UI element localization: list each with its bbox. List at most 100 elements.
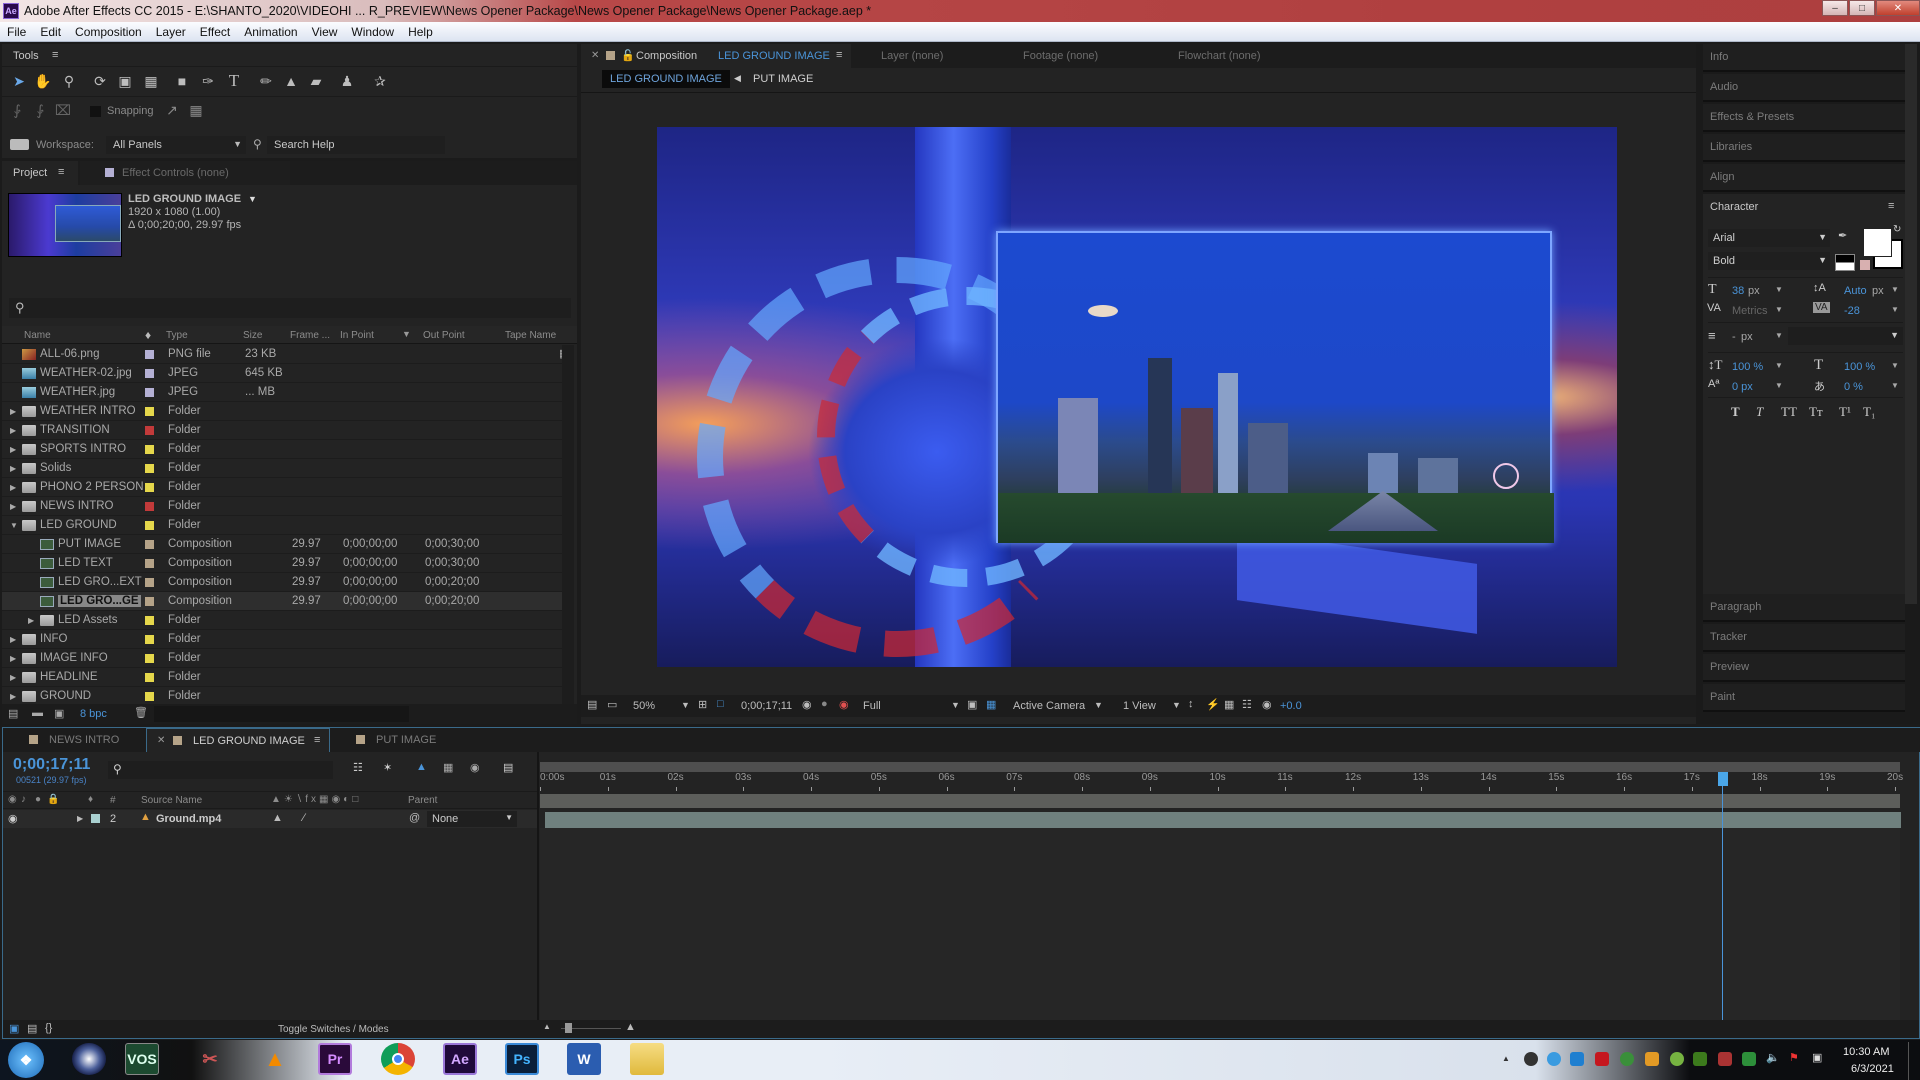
brush-tool-icon[interactable]: ✏: [256, 71, 276, 91]
taskbar-premiere[interactable]: Pr: [318, 1043, 352, 1075]
chevron-down-icon[interactable]: ▼: [1094, 700, 1103, 710]
stroke-type-dropdown[interactable]: ▼: [1788, 327, 1903, 345]
chevron-down-icon[interactable]: ▼: [681, 700, 690, 710]
selection-tool-icon[interactable]: ➤: [9, 71, 29, 91]
label-color-swatch[interactable]: [145, 407, 154, 416]
work-area-bar[interactable]: [540, 762, 1900, 772]
zoom-tool-icon[interactable]: ⚲: [59, 71, 79, 91]
project-item-row[interactable]: ▶ INFO Folder: [2, 630, 562, 649]
fast-preview-icon[interactable]: ⚡: [1206, 698, 1220, 711]
panel-paint[interactable]: Paint: [1703, 684, 1905, 712]
playhead-handle[interactable]: [1717, 772, 1728, 786]
tray-icon-9[interactable]: [1718, 1052, 1732, 1066]
label-color-swatch[interactable]: [145, 635, 154, 644]
chevron-down-icon[interactable]: ▼: [1775, 305, 1783, 314]
minimize-button[interactable]: –: [1822, 0, 1848, 16]
always-preview-icon[interactable]: ▤: [587, 698, 597, 711]
all-caps-button[interactable]: TT: [1781, 404, 1797, 420]
type-tool-icon[interactable]: T: [224, 71, 244, 91]
panel-libraries[interactable]: Libraries: [1703, 134, 1905, 162]
panel-effects-presets[interactable]: Effects & Presets: [1703, 104, 1905, 132]
fill-color-swatch[interactable]: [1863, 228, 1892, 257]
chevron-down-icon[interactable]: ▼: [1775, 285, 1783, 294]
rectangle-tool-icon[interactable]: ■: [172, 71, 192, 91]
taskbar-vlc[interactable]: ▲: [258, 1043, 292, 1075]
bit-depth-button[interactable]: 8 bpc: [80, 708, 107, 720]
horizontal-scale-value[interactable]: 100 %: [1844, 361, 1875, 373]
workspace-dropdown[interactable]: All Panels ▼: [106, 136, 246, 154]
tray-icon-3[interactable]: [1570, 1052, 1584, 1066]
parent-pickwhip-icon[interactable]: @: [409, 812, 420, 824]
tray-show-hidden-icon[interactable]: ▲: [1502, 1054, 1510, 1063]
taskbar-vos[interactable]: VOS: [125, 1043, 159, 1075]
snap-edge-icon[interactable]: ↗: [162, 100, 182, 120]
kerning-value[interactable]: Metrics: [1732, 305, 1767, 317]
start-button[interactable]: ❖: [8, 1042, 44, 1078]
clock-time[interactable]: 10:30 AM: [1843, 1046, 1889, 1058]
chevron-down-icon[interactable]: ▼: [1891, 361, 1899, 370]
solo-toggle-icon[interactable]: ●: [35, 794, 41, 805]
chevron-down-icon[interactable]: ▼: [1891, 305, 1899, 314]
label-color-swatch[interactable]: [145, 559, 154, 568]
taskbar-chrome[interactable]: [381, 1043, 415, 1075]
black-white-swatch[interactable]: [1835, 254, 1855, 271]
tracking-value[interactable]: -28: [1844, 305, 1860, 317]
font-style-dropdown[interactable]: Bold ▼: [1708, 252, 1830, 270]
chevron-down-icon[interactable]: ▼: [1775, 381, 1783, 390]
channel-icon[interactable]: ◉: [839, 698, 849, 711]
collapse-arrow-icon[interactable]: ▼: [10, 521, 18, 530]
panel-preview[interactable]: Preview: [1703, 654, 1905, 682]
tab-flowchart[interactable]: Flowchart (none): [1178, 50, 1261, 62]
tray-icon-6[interactable]: [1645, 1052, 1659, 1066]
project-item-row[interactable]: LED GRO...GE Composition 29.97 0;00;00;00 0;…: [2, 592, 562, 611]
close-icon[interactable]: ✕: [157, 735, 165, 746]
clock-date[interactable]: 6/3/2021: [1851, 1063, 1894, 1075]
close-icon[interactable]: ✕: [591, 50, 599, 61]
expand-arrow-icon[interactable]: ▶: [10, 426, 16, 435]
timeline-tab-led-ground-image[interactable]: ✕ LED GROUND IMAGE ≡: [146, 728, 330, 752]
composition-viewer[interactable]: [657, 127, 1617, 667]
interpret-footage-icon[interactable]: ▤: [8, 707, 18, 720]
project-item-row[interactable]: ▶ LED Assets Folder: [2, 611, 562, 630]
trash-icon[interactable]: 🗑: [134, 706, 148, 719]
magnification-dropdown[interactable]: 50%: [633, 700, 655, 712]
chevron-down-icon[interactable]: ▼: [1172, 700, 1181, 710]
panel-tracker[interactable]: Tracker: [1703, 624, 1905, 652]
snapshot-icon[interactable]: ◉: [802, 698, 812, 711]
faux-italic-button[interactable]: T: [1756, 404, 1763, 420]
label-color-swatch[interactable]: [145, 388, 154, 397]
swap-colors-icon[interactable]: ↻: [1893, 224, 1901, 235]
network-icon[interactable]: ▣: [1812, 1051, 1822, 1064]
panel-menu-icon[interactable]: ≡: [58, 166, 64, 178]
project-item-row[interactable]: ▶ PHONO 2 PERSON Folder: [2, 478, 562, 497]
panel-paragraph[interactable]: Paragraph: [1703, 594, 1905, 622]
column-source-name[interactable]: Source Name: [141, 795, 202, 806]
project-item-row[interactable]: ▶ WEATHER INTRO Folder: [2, 402, 562, 421]
clone-stamp-tool-icon[interactable]: ▲: [281, 71, 301, 91]
expand-transfer-controls-icon[interactable]: ▤: [27, 1022, 37, 1035]
label-color-swatch[interactable]: [145, 692, 154, 701]
label-tag-icon[interactable]: ♦: [145, 328, 151, 342]
view-axis-icon[interactable]: ⌧: [53, 100, 73, 120]
fast-previews-icon[interactable]: ▣: [967, 698, 977, 711]
parent-dropdown[interactable]: None ▼: [427, 811, 517, 827]
expand-arrow-icon[interactable]: ▶: [28, 616, 34, 625]
layer-search-input[interactable]: ⚲: [108, 761, 333, 779]
label-color-swatch[interactable]: [145, 426, 154, 435]
transparency-grid-icon[interactable]: □: [717, 698, 724, 710]
project-item-row[interactable]: ▶ SPORTS INTRO Folder: [2, 440, 562, 459]
menu-edit[interactable]: Edit: [33, 25, 68, 39]
label-color-swatch[interactable]: [145, 350, 154, 359]
column-in-point[interactable]: In Point: [340, 330, 374, 341]
timeline-icon[interactable]: ▦: [1224, 698, 1234, 711]
eraser-tool-icon[interactable]: ▰: [306, 71, 326, 91]
puppet-pin-tool-icon[interactable]: ✰: [370, 71, 390, 91]
exposure-value[interactable]: +0.0: [1280, 700, 1302, 712]
taskbar-cinema4d[interactable]: [72, 1043, 106, 1075]
panel-menu-icon[interactable]: ≡: [836, 49, 842, 61]
leading-value[interactable]: Auto: [1844, 285, 1867, 297]
world-axis-icon[interactable]: ⨑: [30, 100, 50, 120]
camera-tool-icon[interactable]: ▣: [115, 71, 135, 91]
label-color-swatch[interactable]: [145, 597, 154, 606]
font-family-dropdown[interactable]: Arial ▼: [1708, 229, 1830, 247]
